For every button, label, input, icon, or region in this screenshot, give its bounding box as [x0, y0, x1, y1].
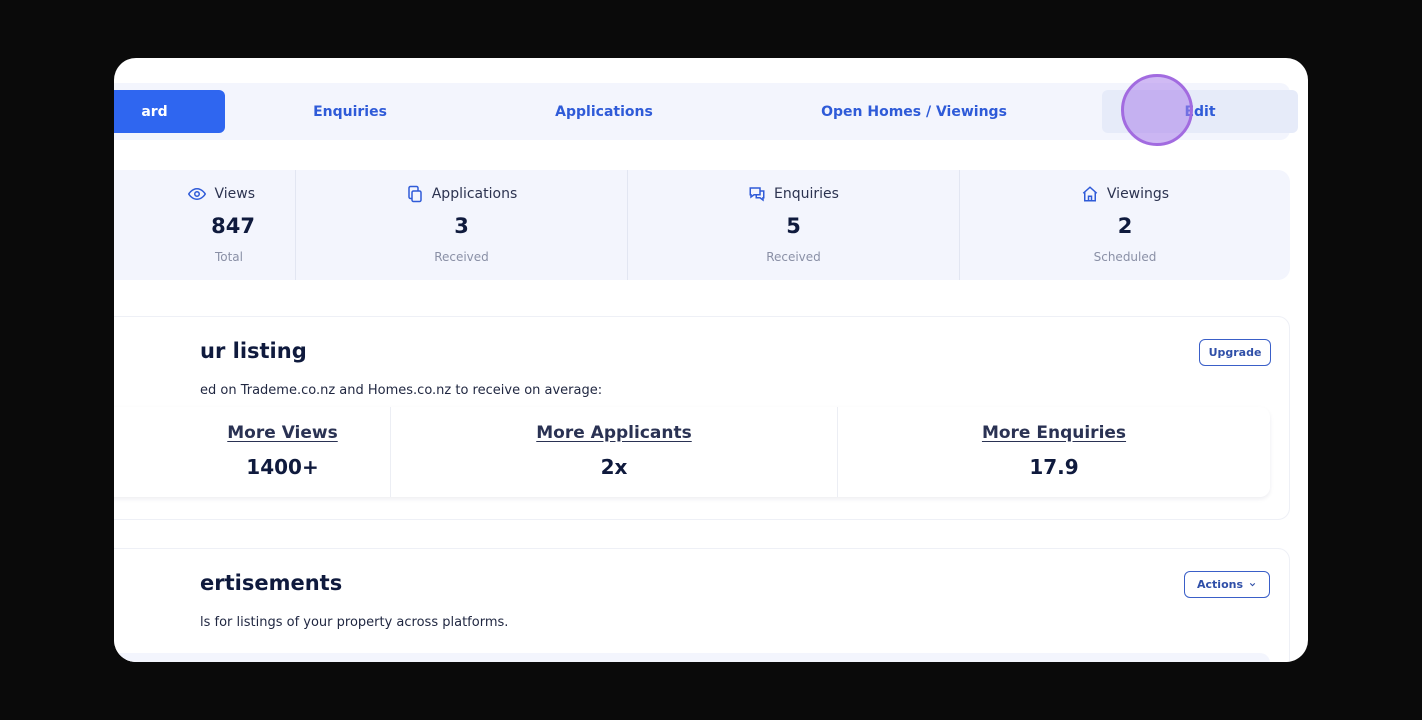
stat-enquiries: Enquiries 5 Received — [627, 170, 959, 280]
advertisements-title: ertisements — [200, 571, 343, 595]
stat-viewings: Viewings 2 Scheduled — [959, 170, 1290, 280]
stat-header: Applications — [296, 185, 627, 203]
stat-header: Enquiries — [628, 185, 959, 203]
stat-sub: Received — [766, 250, 821, 264]
advertisements-card: ertisements ls for listings of your prop… — [114, 548, 1290, 662]
stat-value: 2 — [1117, 214, 1133, 238]
metric-more-applicants: More Applicants 2x — [390, 407, 837, 497]
stat-title: Viewings — [1106, 186, 1170, 202]
stat-title: Views — [214, 186, 255, 202]
tab-bar: ard Enquiries Applications Open Homes / … — [114, 83, 1298, 140]
listing-card: ur listing ed on Trademe.co.nz and Homes… — [114, 316, 1290, 520]
chat-icon — [749, 187, 765, 202]
metric-value: 1400+ — [246, 455, 319, 479]
eye-icon — [188, 187, 207, 201]
click-indicator — [1121, 74, 1193, 146]
stat-value: 847 — [211, 214, 255, 238]
advertisements-description: ls for listings of your property across … — [200, 615, 509, 630]
stat-header: Viewings — [960, 185, 1290, 203]
metric-value: 2x — [600, 455, 628, 479]
promo-metrics: More Views 1400+ More Applicants 2x More… — [114, 407, 1270, 497]
metric-label[interactable]: More Enquiries — [838, 423, 1270, 443]
stat-views: Views 847 Total — [114, 170, 295, 280]
metric-more-enquiries: More Enquiries 17.9 — [837, 407, 1270, 497]
stat-value: 3 — [454, 214, 469, 238]
actions-button[interactable]: Actions — [1184, 571, 1270, 598]
metric-more-views: More Views 1400+ — [114, 407, 390, 497]
stats-panel: Views 847 Total Applications 3 Received … — [114, 170, 1290, 280]
listing-description: ed on Trademe.co.nz and Homes.co.nz to r… — [200, 383, 603, 398]
home-icon — [1082, 186, 1098, 202]
tab-label: Applications — [555, 103, 653, 120]
stat-title: Applications — [431, 186, 518, 202]
app-window: ard Enquiries Applications Open Homes / … — [114, 58, 1308, 662]
metric-label[interactable]: More Applicants — [391, 423, 837, 443]
stat-sub: Scheduled — [1093, 250, 1157, 264]
metric-label[interactable]: More Views — [175, 423, 390, 443]
tab-enquiries[interactable]: Enquiries — [264, 90, 436, 133]
stat-applications: Applications 3 Received — [295, 170, 627, 280]
tab-label: ard — [141, 103, 168, 120]
actions-label: Actions — [1197, 578, 1243, 591]
copy-icon — [407, 185, 422, 203]
listing-title: ur listing — [200, 339, 307, 363]
page-content: ard Enquiries Applications Open Homes / … — [114, 58, 1308, 662]
tab-open-homes[interactable]: Open Homes / Viewings — [784, 90, 1044, 133]
tab-applications[interactable]: Applications — [504, 90, 704, 133]
advertisements-table-header — [114, 653, 1270, 662]
stat-header: Views — [114, 185, 295, 203]
upgrade-label: Upgrade — [1208, 346, 1262, 359]
chevron-down-icon — [1249, 582, 1256, 587]
tab-label: Open Homes / Viewings — [821, 103, 1007, 120]
metric-value: 17.9 — [1029, 455, 1079, 479]
tab-label: Enquiries — [313, 103, 387, 120]
tab-dashboard[interactable]: ard — [114, 90, 225, 133]
stat-value: 5 — [786, 214, 801, 238]
stat-title: Enquiries — [774, 186, 839, 202]
stat-sub: Total — [214, 250, 243, 264]
stat-sub: Received — [434, 250, 489, 264]
upgrade-button[interactable]: Upgrade — [1199, 339, 1271, 366]
